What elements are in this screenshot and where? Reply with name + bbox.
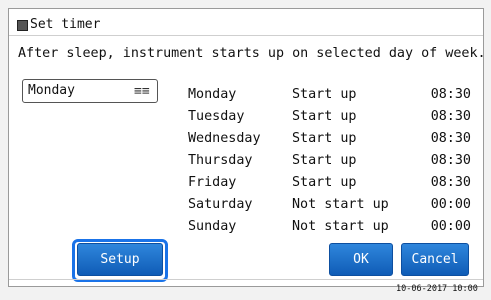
- schedule-row-tuesday: Tuesday Start up 08:30: [9, 109, 483, 131]
- schedule-row-monday: Monday Start up 08:30: [9, 87, 483, 109]
- schedule-time: 00:00: [430, 197, 471, 212]
- schedule-status: Start up: [292, 175, 357, 190]
- title-bar: Set timer: [9, 9, 483, 36]
- schedule-time: 08:30: [430, 87, 471, 102]
- timer-window-icon: [17, 20, 28, 31]
- set-timer-dialog: Set timer After sleep, instrument starts…: [8, 8, 486, 287]
- schedule-row-friday: Friday Start up 08:30: [9, 175, 483, 197]
- schedule-day: Wednesday: [188, 131, 261, 146]
- footer-divider: [9, 279, 483, 280]
- schedule-status: Not start up: [292, 219, 389, 234]
- schedule-day: Saturday: [188, 197, 253, 212]
- schedule-time: 08:30: [430, 175, 471, 190]
- window-title: Set timer: [30, 17, 101, 32]
- status-timestamp: 10-06-2017 10:00: [396, 284, 478, 294]
- schedule-status: Start up: [292, 153, 357, 168]
- schedule-row-thursday: Thursday Start up 08:30: [9, 153, 483, 175]
- setup-button[interactable]: Setup: [77, 243, 163, 276]
- schedule-day: Tuesday: [188, 109, 245, 124]
- schedule-time: 08:30: [430, 109, 471, 124]
- schedule-time: 08:30: [430, 131, 471, 146]
- schedule-time: 08:30: [430, 153, 471, 168]
- schedule-status: Not start up: [292, 197, 389, 212]
- schedule-row-saturday: Saturday Not start up 00:00: [9, 197, 483, 219]
- schedule-day: Thursday: [188, 153, 253, 168]
- schedule-status: Start up: [292, 87, 357, 102]
- schedule-status: Start up: [292, 109, 357, 124]
- instructions-text: After sleep, instrument starts up on sel…: [18, 46, 486, 61]
- schedule-day: Sunday: [188, 219, 237, 234]
- cancel-button[interactable]: Cancel: [401, 243, 469, 276]
- ok-button[interactable]: OK: [329, 243, 393, 276]
- schedule-time: 00:00: [430, 219, 471, 234]
- schedule-row-wednesday: Wednesday Start up 08:30: [9, 131, 483, 153]
- schedule-day: Monday: [188, 87, 237, 102]
- schedule-day: Friday: [188, 175, 237, 190]
- schedule-status: Start up: [292, 131, 357, 146]
- schedule-row-sunday: Sunday Not start up 00:00: [9, 219, 483, 241]
